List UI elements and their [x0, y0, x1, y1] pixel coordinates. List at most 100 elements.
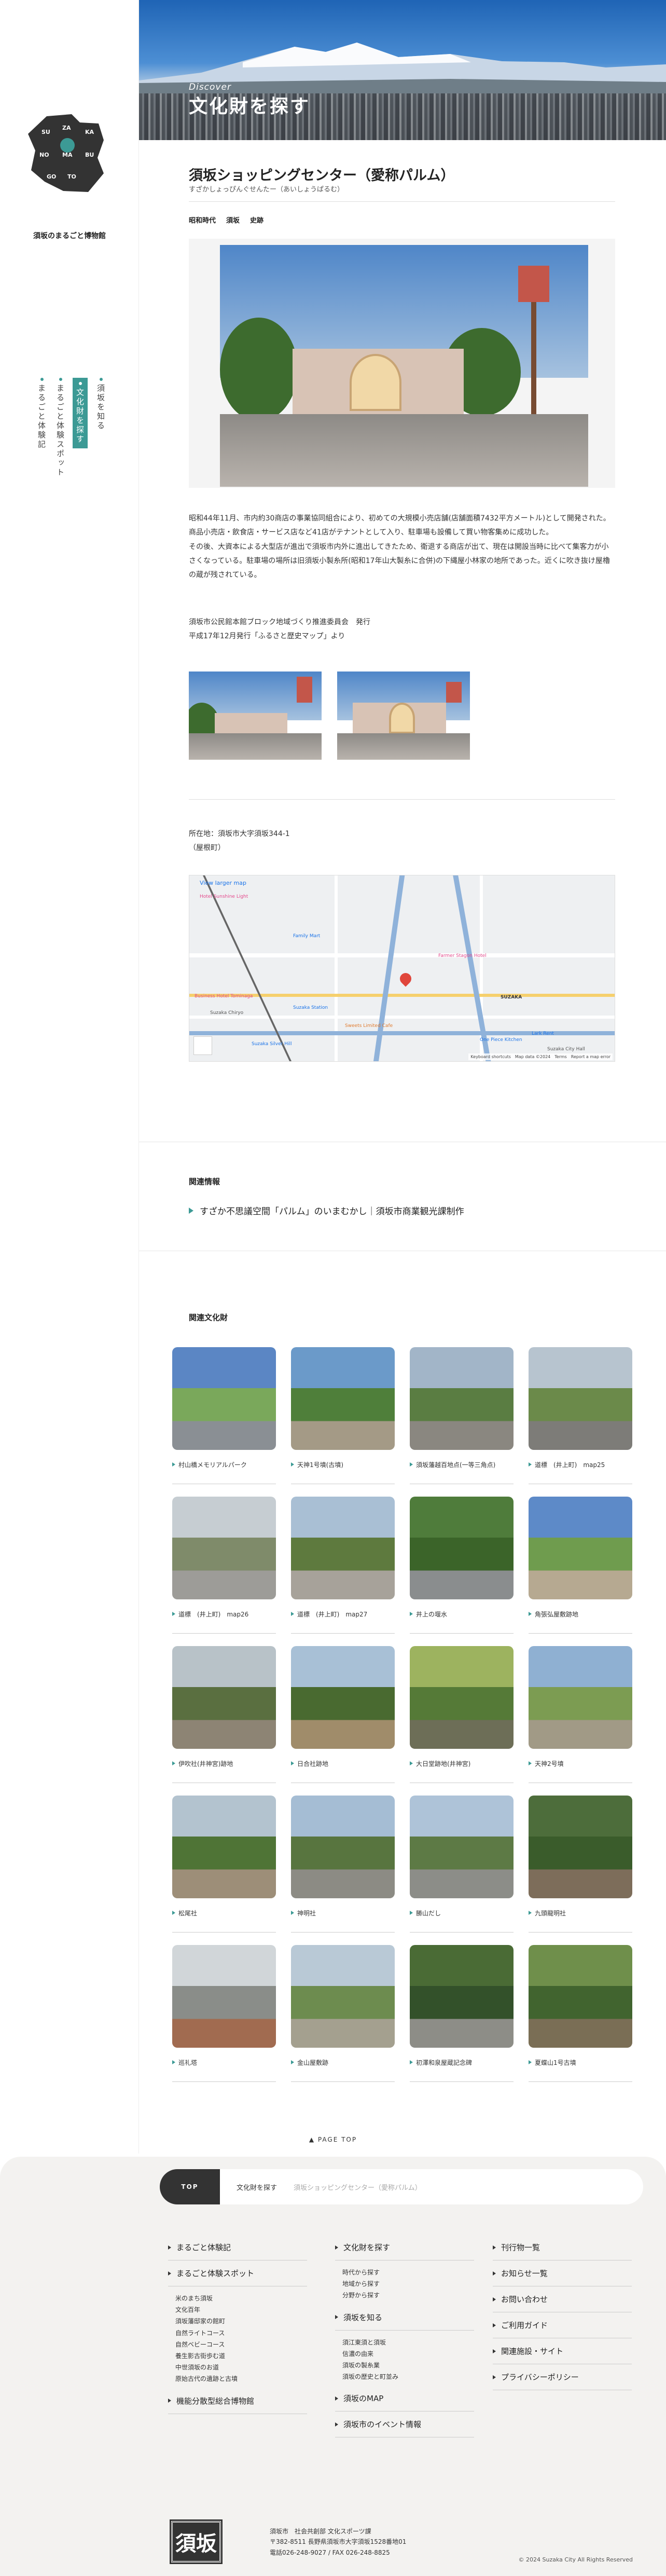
footer-sublink[interactable]: 原始古代の遺跡と古墳 [175, 2373, 307, 2385]
related-asset-photo[interactable] [172, 1497, 276, 1599]
related-asset-caption[interactable]: 金山屋敷跡 [291, 2058, 395, 2082]
footer-link[interactable]: お問い合わせ [493, 2294, 632, 2312]
related-asset-photo[interactable] [172, 1347, 276, 1450]
footer-sublink[interactable]: 分野から探す [342, 2290, 474, 2301]
related-asset-card[interactable]: 夏蝶山1号古墳 [529, 1945, 632, 2094]
related-asset-card[interactable]: 井上の堰水 [410, 1497, 514, 1646]
related-asset-photo[interactable] [410, 1646, 514, 1749]
view-larger-map-link[interactable]: View larger map [200, 880, 246, 886]
tag-field[interactable]: 史跡 [250, 215, 263, 225]
related-asset-card[interactable]: 伊吹社(井神宮)跡地 [172, 1646, 276, 1796]
related-info-link[interactable]: すざか不思議空間「パルム」のいまむかし｜須坂市商業観光課制作 [189, 1204, 464, 1217]
related-asset-card[interactable]: 道標 (井上町) map25 [529, 1347, 632, 1497]
related-asset-photo[interactable] [291, 1646, 395, 1749]
related-asset-card[interactable]: 神明社 [291, 1796, 395, 1945]
related-asset-card[interactable]: 角張弘屋敷跡地 [529, 1497, 632, 1646]
related-asset-photo[interactable] [291, 1945, 395, 2048]
related-asset-card[interactable]: 道標 (井上町) map26 [172, 1497, 276, 1646]
related-asset-caption[interactable]: 天神1号墳(古墳) [291, 1460, 395, 1484]
related-asset-caption[interactable]: 道標 (井上町) map27 [291, 1610, 395, 1634]
related-asset-photo[interactable] [410, 1497, 514, 1599]
related-asset-card[interactable]: 松尾社 [172, 1796, 276, 1945]
related-asset-caption[interactable]: 天神2号墳 [529, 1759, 632, 1783]
related-asset-caption[interactable]: 大日堂跡地(井神宮) [410, 1759, 514, 1783]
main-photo[interactable] [220, 245, 588, 487]
footer-sublink[interactable]: 須江東須と須坂 [342, 2337, 474, 2348]
map-pin-icon[interactable] [397, 970, 414, 987]
footer-sublink[interactable]: 信濃の由来 [342, 2348, 474, 2360]
tag-era[interactable]: 昭和時代 [189, 215, 216, 225]
footer-link[interactable]: 須坂を知る [335, 2312, 474, 2331]
nav-item-shiru[interactable]: 須坂を知る [95, 378, 106, 431]
footer-link[interactable]: ご利用ガイド [493, 2320, 632, 2338]
related-asset-card[interactable]: 村山橋メモリアルパーク [172, 1347, 276, 1497]
related-asset-photo[interactable] [529, 1646, 632, 1749]
related-asset-photo[interactable] [172, 1646, 276, 1749]
related-asset-caption[interactable]: 道標 (井上町) map25 [529, 1460, 632, 1484]
related-asset-card[interactable]: 九頭龍明社 [529, 1796, 632, 1945]
related-asset-caption[interactable]: 伊吹社(井神宮)跡地 [172, 1759, 276, 1783]
related-asset-card[interactable]: 金山屋敷跡 [291, 1945, 395, 2094]
footer-link[interactable]: 須坂のMAP [335, 2393, 474, 2412]
footer-sublink[interactable]: 養生影古街歩む道 [175, 2350, 307, 2362]
footer-link[interactable]: 関連施設・サイト [493, 2346, 632, 2364]
related-asset-card[interactable]: 天神2号墳 [529, 1646, 632, 1796]
related-asset-card[interactable]: 勝山だし [410, 1796, 514, 1945]
related-asset-photo[interactable] [529, 1347, 632, 1450]
footer-sublink[interactable]: 自然ベビーコース [175, 2339, 307, 2350]
gallery-thumbnail[interactable] [189, 672, 322, 760]
related-asset-card[interactable]: 巡礼塔 [172, 1945, 276, 2094]
footer-sublink[interactable]: 須坂の製糸業 [342, 2360, 474, 2371]
related-asset-caption[interactable]: 角張弘屋敷跡地 [529, 1610, 632, 1634]
related-asset-caption[interactable]: 初澤和泉屋蔵記念碑 [410, 2058, 514, 2082]
related-asset-caption[interactable]: 日合社跡地 [291, 1759, 395, 1783]
footer-link[interactable]: 機能分散型総合博物館 [168, 2395, 307, 2414]
site-title[interactable]: 須坂のまるごと博物館 [0, 230, 139, 241]
related-asset-card[interactable]: 日合社跡地 [291, 1646, 395, 1796]
nav-item[interactable]: まるごと体験スポット [55, 378, 66, 477]
related-asset-photo[interactable] [291, 1497, 395, 1599]
related-asset-photo[interactable] [291, 1347, 395, 1450]
related-asset-photo[interactable] [410, 1945, 514, 2048]
footer-link[interactable]: まるごと体験記 [168, 2242, 307, 2260]
related-asset-photo[interactable] [529, 1945, 632, 2048]
related-asset-caption[interactable]: 九頭龍明社 [529, 1909, 632, 1933]
footer-sublink[interactable]: 地域から探す [342, 2278, 474, 2290]
breadcrumb-level1[interactable]: 文化財を探す [237, 2182, 277, 2192]
related-asset-caption[interactable]: 井上の堰水 [410, 1610, 514, 1634]
footer-sublink[interactable]: 文化百年 [175, 2304, 307, 2315]
gallery-thumbnail[interactable] [337, 672, 470, 760]
breadcrumb-top[interactable]: TOP [160, 2169, 220, 2204]
related-asset-card[interactable]: 初澤和泉屋蔵記念碑 [410, 1945, 514, 2094]
nav-item-taikenki[interactable]: まるごと体験記 [36, 378, 47, 449]
tag-region[interactable]: 須坂 [226, 215, 240, 225]
footer-link[interactable]: 刊行物一覧 [493, 2242, 632, 2260]
footer-sublink[interactable]: 米のまち須坂 [175, 2293, 307, 2304]
related-asset-photo[interactable] [291, 1796, 395, 1898]
nav-item-sagasu[interactable]: 文化財を探す [73, 378, 88, 448]
footer-logo[interactable]: 須坂 [170, 2519, 223, 2564]
nav-item[interactable]: 須坂を知る [95, 378, 106, 431]
related-asset-card[interactable]: 大日堂跡地(井神宮) [410, 1646, 514, 1796]
related-asset-card[interactable]: 天神1号墳(古墳) [291, 1347, 395, 1497]
related-asset-card[interactable]: 須坂藩越百地点(一等三角点) [410, 1347, 514, 1497]
related-asset-photo[interactable] [172, 1945, 276, 2048]
page-top-link[interactable]: ▲ PAGE TOP [0, 2136, 666, 2143]
related-asset-photo[interactable] [410, 1347, 514, 1450]
footer-link[interactable]: 文化財を探す [335, 2242, 474, 2260]
footer-sublink[interactable]: 須坂藩邸家の館町 [175, 2315, 307, 2327]
related-asset-caption[interactable]: 松尾社 [172, 1909, 276, 1933]
related-asset-caption[interactable]: 村山橋メモリアルパーク [172, 1460, 276, 1484]
footer-sublink[interactable]: 時代から探す [342, 2267, 474, 2278]
footer-sublink[interactable]: 自然ライトコース [175, 2327, 307, 2339]
nav-item-active[interactable]: 文化財を探す [73, 378, 88, 448]
related-asset-photo[interactable] [529, 1497, 632, 1599]
related-asset-photo[interactable] [529, 1796, 632, 1898]
related-asset-caption[interactable]: 須坂藩越百地点(一等三角点) [410, 1460, 514, 1484]
related-asset-caption[interactable]: 巡礼塔 [172, 2058, 276, 2082]
footer-sublink[interactable]: 中世須坂のお道 [175, 2362, 307, 2373]
footer-link[interactable]: プライバシーポリシー [493, 2372, 632, 2390]
site-logo-map[interactable]: SU ZA KA NO MA BU GO TO [26, 113, 109, 196]
related-asset-caption[interactable]: 夏蝶山1号古墳 [529, 2058, 632, 2082]
related-asset-caption[interactable]: 勝山だし [410, 1909, 514, 1933]
